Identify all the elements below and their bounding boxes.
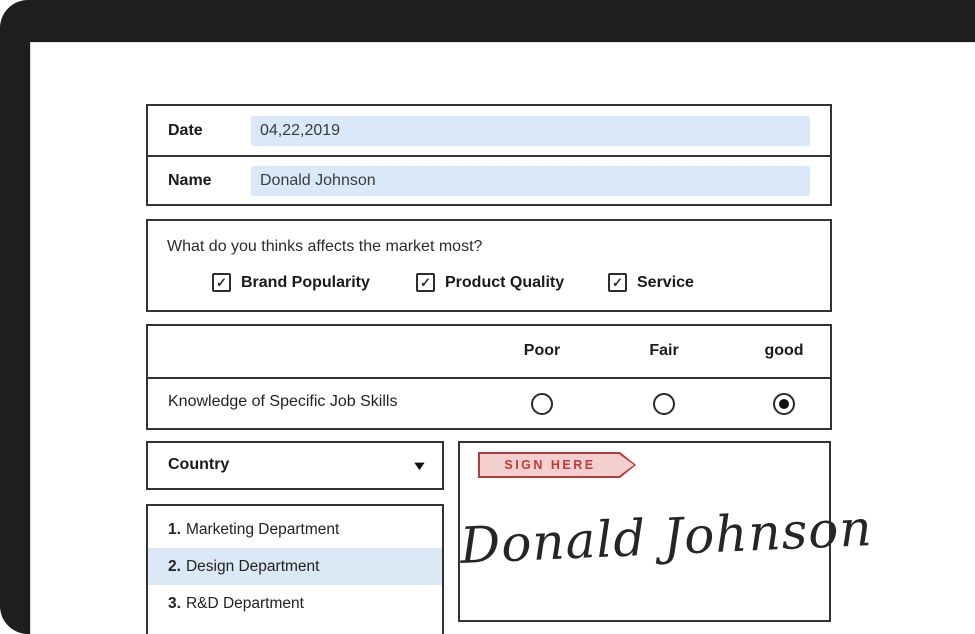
product-quality-checkbox[interactable]: ✓ [416,273,435,292]
brand-popularity-label: Brand Popularity [241,274,370,292]
rating-table: Poor Fair good Knowledge of Specific Job… [146,324,832,430]
check-icon: ✓ [216,275,227,291]
checkbox-group-product-quality: ✓ Product Quality [416,273,564,292]
service-label: Service [637,274,694,292]
check-icon: ✓ [420,275,431,291]
department-list: 1. Marketing Department 2. Design Departme… [146,504,444,634]
list-item-label: Marketing Department [186,521,339,538]
name-field-row: Name Donald Johnson [148,155,830,204]
date-label: Date [168,122,251,140]
date-input[interactable]: 04,22,2019 [251,116,810,146]
question-text: What do you thinks affects the market mo… [167,238,482,256]
list-item-design[interactable]: 2. Design Department [148,548,442,585]
rating-header-row: Poor Fair good [148,326,830,379]
list-item-number: 2. [168,558,181,575]
brand-popularity-checkbox[interactable]: ✓ [212,273,231,292]
tablet-frame: Date 04,22,2019 Name Donald Johnson What… [0,0,975,634]
country-dropdown[interactable]: Country ▼ [146,441,444,490]
signature-field[interactable]: SIGN HERE Donald Johnson [458,441,831,622]
list-item-label: Design Department [186,558,320,575]
identity-fields-box: Date 04,22,2019 Name Donald Johnson [146,104,832,206]
list-item-marketing[interactable]: 1. Marketing Department [148,511,442,548]
checkbox-group-service: ✓ Service [608,273,694,292]
list-item-label: R&D Department [186,595,304,612]
check-icon: ✓ [612,275,623,291]
country-dropdown-label: Country [168,456,229,474]
market-question-box: What do you thinks affects the market mo… [146,219,832,312]
list-item-number: 1. [168,521,181,538]
rating-column-poor: Poor [497,342,587,360]
service-checkbox[interactable]: ✓ [608,273,627,292]
sign-here-ribbon: SIGN HERE [478,452,636,478]
radio-good[interactable] [773,393,795,415]
signature-text: Donald Johnson [459,501,830,575]
rating-column-good: good [739,342,829,360]
name-label: Name [168,172,251,190]
list-item-number: 3. [168,595,181,612]
rating-row-label: Knowledge of Specific Job Skills [168,393,397,411]
list-item-rnd[interactable]: 3. R&D Department [148,585,442,622]
form-page: Date 04,22,2019 Name Donald Johnson What… [30,42,975,634]
checkbox-group-brand-popularity: ✓ Brand Popularity [212,273,370,292]
date-field-row: Date 04,22,2019 [148,106,830,155]
product-quality-label: Product Quality [445,274,564,292]
chevron-down-icon: ▼ [411,458,428,473]
radio-fair[interactable] [653,393,675,415]
sign-here-label: SIGN HERE [480,454,634,476]
name-input[interactable]: Donald Johnson [251,166,810,196]
radio-poor[interactable] [531,393,553,415]
rating-column-fair: Fair [619,342,709,360]
